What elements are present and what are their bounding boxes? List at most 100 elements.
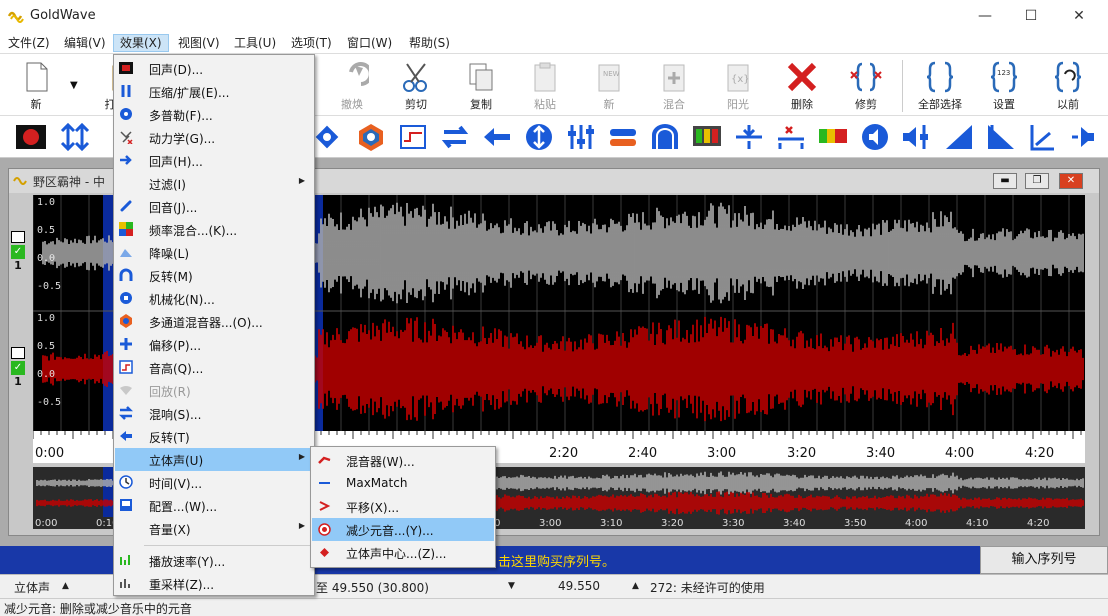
menu-item-stereo[interactable]: 立体声(U) ▶: [115, 448, 313, 471]
delete-button[interactable]: 删除: [774, 58, 830, 114]
arrow-left-icon: [484, 128, 510, 146]
menu-item-dynamics[interactable]: 动力学(G)...: [115, 126, 313, 149]
fx-expand-button[interactable]: [58, 121, 92, 153]
enter-serial-button[interactable]: 输入序列号: [980, 546, 1108, 574]
y-label: -0.5: [37, 281, 62, 292]
close-button[interactable]: ✕: [1056, 0, 1102, 32]
paste-new-button[interactable]: NEW 新: [581, 58, 637, 114]
doc-restore-button[interactable]: ❐: [1025, 173, 1049, 189]
menu-item-echo-h[interactable]: 回声(H)...: [115, 149, 313, 172]
menu-item-volume[interactable]: 音量(X) ▶: [115, 517, 313, 540]
fx-squeeze-button[interactable]: [522, 121, 556, 153]
menu-edit[interactable]: 编辑(V): [58, 34, 112, 52]
ruler-tick-label: 2:20: [549, 446, 578, 461]
set-button[interactable]: 123 设置: [976, 58, 1032, 114]
y-label: 0.0: [37, 253, 56, 264]
menu-item-mechanize[interactable]: 机械化(N)...: [115, 287, 313, 310]
fx-eq-button[interactable]: [396, 121, 430, 153]
menu-item-offset[interactable]: 偏移(P)...: [115, 333, 313, 356]
fx-cut-button[interactable]: [774, 121, 808, 153]
paste-button[interactable]: 粘贴: [517, 58, 573, 114]
menu-item-echo-j[interactable]: 回音(J)...: [115, 195, 313, 218]
channel-left-controls: ✓ 1: [11, 231, 29, 272]
channel-right-mute[interactable]: [11, 347, 25, 359]
menu-item-doppler[interactable]: 多普勒(F)...: [115, 103, 313, 126]
status-total-arrow-icon[interactable]: ▲: [632, 581, 639, 591]
channel-left-enable-checkbox[interactable]: ✓: [11, 245, 25, 259]
freq-mix-icon: [119, 222, 133, 236]
menu-file[interactable]: 文件(Z): [2, 34, 56, 52]
menu-item-freq-mix[interactable]: 频率混合...(K)...: [115, 218, 313, 241]
trim-button[interactable]: 修剪: [838, 58, 894, 114]
minimize-button[interactable]: —: [962, 0, 1008, 32]
menu-item-filter[interactable]: 过滤(I) ▶: [115, 172, 313, 195]
spectrum-icon: [693, 126, 721, 146]
svg-text:{x}: {x}: [731, 74, 750, 85]
menu-item-reverse[interactable]: 反转(T): [115, 425, 313, 448]
fx-arch-button[interactable]: [648, 121, 682, 153]
menu-item-mixer[interactable]: 多通道混音器...(O)...: [115, 310, 313, 333]
promo-text[interactable]: 击这里购买序列号。: [498, 551, 615, 570]
fx-volume-bars-button[interactable]: [816, 121, 850, 153]
menu-item-config[interactable]: 配置...(W)...: [115, 494, 313, 517]
copy-button[interactable]: 复制: [453, 58, 509, 114]
menu-effect[interactable]: 效果(X): [113, 34, 169, 52]
menu-view[interactable]: 视图(V): [172, 34, 226, 52]
mix-button[interactable]: 混合: [646, 58, 702, 114]
menu-item-speed[interactable]: 播放速率(Y)...: [115, 549, 313, 572]
fx-record-button[interactable]: [14, 121, 48, 153]
fx-fade-in-button[interactable]: [942, 121, 976, 153]
fx-speaker-button[interactable]: [858, 121, 892, 153]
submenu-item-stereo-center[interactable]: 立体声中心...(Z)...: [312, 541, 494, 564]
doc-close-button[interactable]: ✕: [1059, 173, 1083, 189]
fx-exchange-button[interactable]: [438, 121, 472, 153]
undo-button[interactable]: 撤焕: [324, 58, 380, 114]
menu-item-echo[interactable]: 回声(D)...: [115, 57, 313, 80]
fx-channels-button[interactable]: [606, 121, 640, 153]
fx-speaker-fader-button[interactable]: [900, 121, 934, 153]
fx-fade-out-button[interactable]: [984, 121, 1018, 153]
expand-arrows-icon: [60, 122, 90, 152]
fx-spectrum-button[interactable]: [690, 121, 724, 153]
menu-item-reverb[interactable]: 混响(S)...: [115, 402, 313, 425]
fx-split-button[interactable]: [732, 121, 766, 153]
doc-minimize-button[interactable]: ▬: [993, 173, 1017, 189]
fx-shape-button[interactable]: [1026, 121, 1060, 153]
fx-speaker-left-button[interactable]: [1068, 121, 1102, 153]
previous-button[interactable]: 以前: [1040, 58, 1096, 114]
menu-item-time[interactable]: 时间(V)...: [115, 471, 313, 494]
menu-item-pitch[interactable]: 音高(Q)...: [115, 356, 313, 379]
fx-multiband-button[interactable]: [354, 121, 388, 153]
hint-text: 减少元音: 删除或减少音乐中的元音: [4, 602, 192, 616]
menu-item-playback[interactable]: 回放(R): [115, 379, 313, 402]
playback-icon: [120, 386, 132, 395]
channel-left-mute[interactable]: [11, 231, 25, 243]
menu-item-invert[interactable]: 反转(M): [115, 264, 313, 287]
menu-tools[interactable]: 工具(U): [228, 34, 282, 52]
fx-left-button[interactable]: [480, 121, 514, 153]
channel-right-enable-checkbox[interactable]: ✓: [11, 361, 25, 375]
menu-help[interactable]: 帮助(S): [403, 34, 456, 52]
status-total: 49.550: [558, 579, 600, 593]
menu-options[interactable]: 选项(T): [285, 34, 338, 52]
status-selection-arrow-icon[interactable]: ▼: [508, 581, 515, 591]
select-all-button[interactable]: 全部选择: [912, 58, 968, 114]
cut-wave-icon: [778, 126, 804, 149]
y-label: 0.0: [37, 369, 56, 380]
status-mode-arrow-icon[interactable]: ▲: [62, 581, 69, 591]
menu-window[interactable]: 窗口(W): [341, 34, 398, 52]
submenu-item-mixer[interactable]: 混音器(W)...: [312, 449, 494, 472]
maximize-button[interactable]: ☐: [1008, 0, 1054, 32]
replace-button[interactable]: {x} 阳光: [710, 58, 766, 114]
submenu-item-reduce-vocal[interactable]: 减少元音...(Y)...: [312, 518, 494, 541]
menu-item-noise[interactable]: 降噪(L): [115, 241, 313, 264]
exchange-icon: [441, 125, 469, 149]
fx-dynamics-button[interactable]: [310, 121, 344, 153]
new-button[interactable]: 新: [8, 58, 64, 114]
menu-item-resample[interactable]: 重采样(Z)...: [115, 572, 313, 595]
fx-faders-button[interactable]: [564, 121, 598, 153]
submenu-item-pan[interactable]: 平移(X)...: [312, 495, 494, 518]
submenu-item-maxmatch[interactable]: MaxMatch: [312, 472, 494, 495]
menu-item-compress[interactable]: 压缩/扩展(E)...: [115, 80, 313, 103]
cut-button[interactable]: 剪切: [388, 58, 444, 114]
